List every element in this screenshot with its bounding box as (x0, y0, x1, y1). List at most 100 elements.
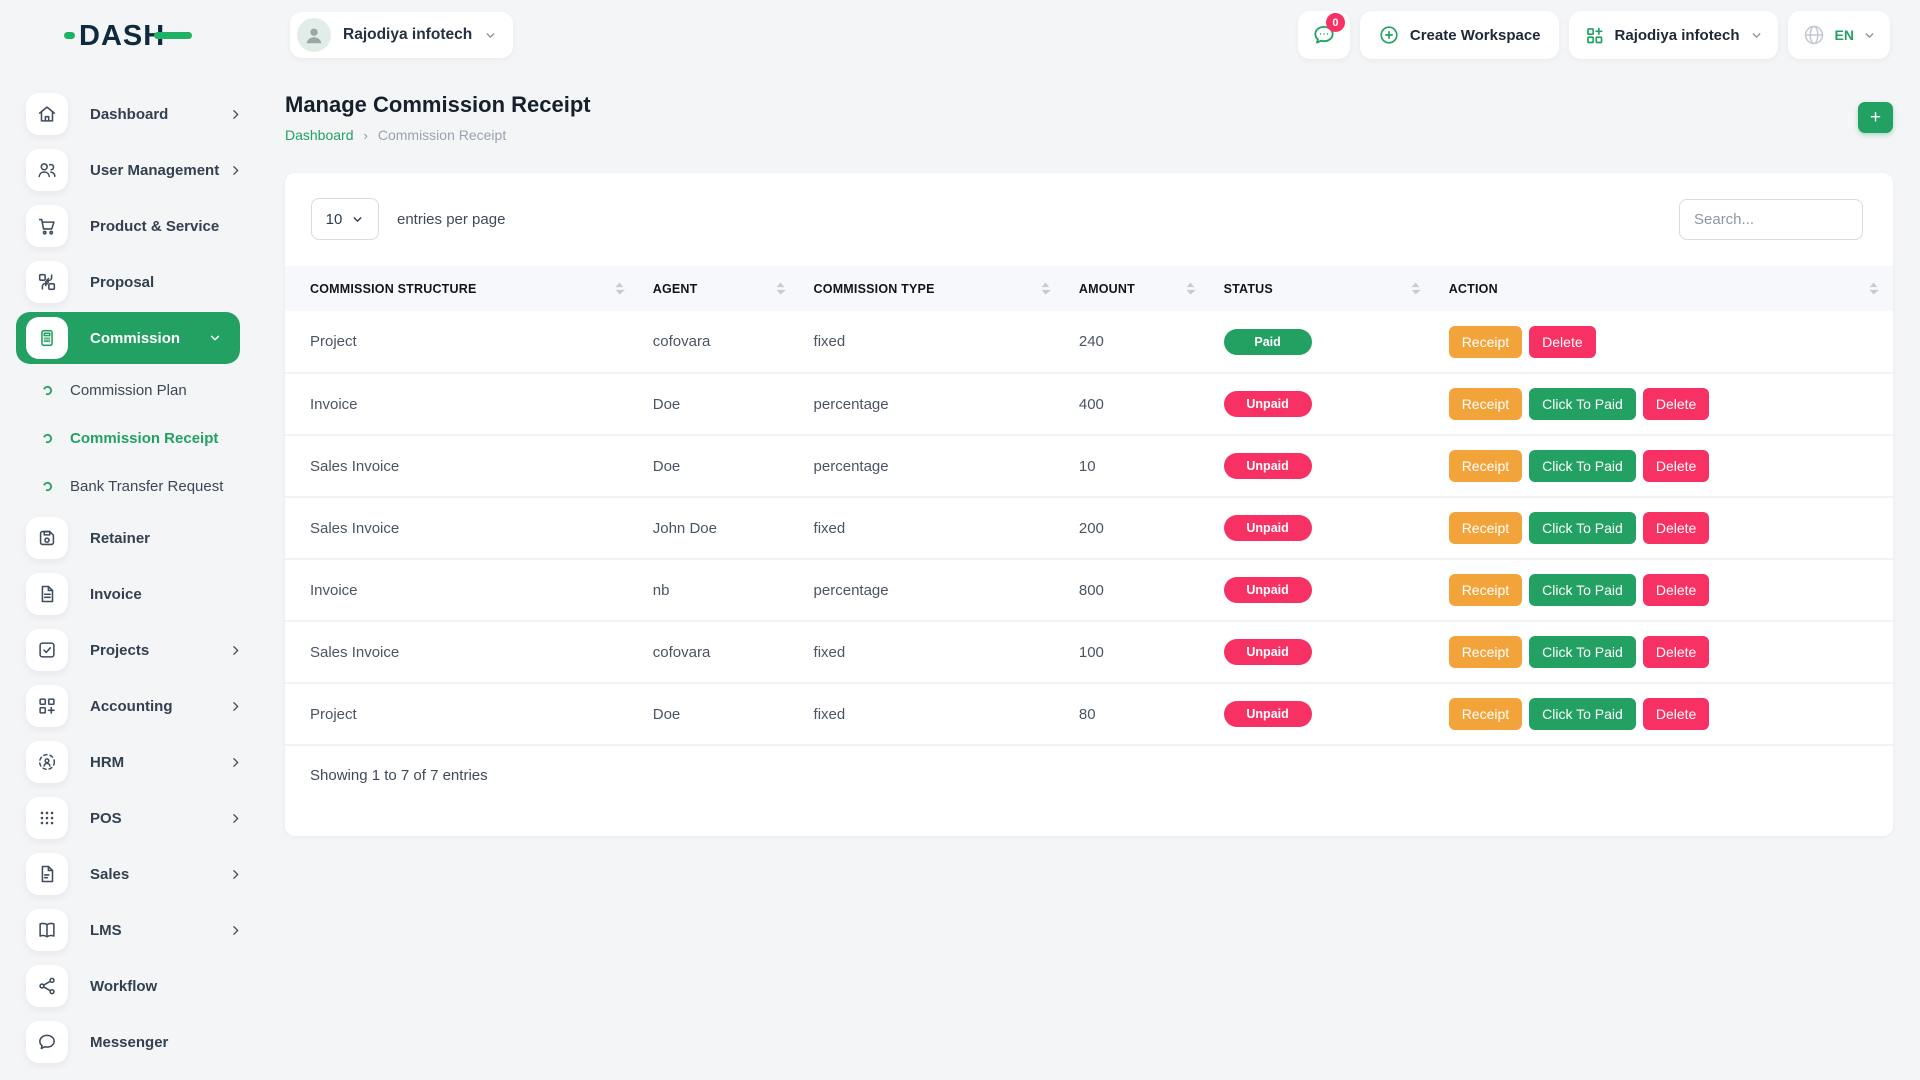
sidebar-item-product-service[interactable]: Product & Service (16, 198, 270, 254)
receipt-button[interactable]: Receipt (1449, 326, 1522, 358)
check-square-icon (26, 629, 68, 671)
delete-button[interactable]: Delete (1643, 512, 1709, 544)
click-to-paid-button[interactable]: Click To Paid (1529, 512, 1636, 544)
user-workspace-selector[interactable]: Rajodiya infotech (290, 12, 513, 58)
create-workspace-button[interactable]: Create Workspace (1360, 11, 1559, 59)
sidebar-item-invoice[interactable]: Invoice (16, 566, 270, 622)
sidebar-item-proposal[interactable]: Proposal (16, 254, 270, 310)
sidebar-subitem-bank-transfer-request[interactable]: Bank Transfer Request (16, 462, 270, 510)
chevron-right-icon (229, 812, 242, 825)
sidebar-item-label: Dashboard (90, 106, 229, 123)
sidebar-item-dashboard[interactable]: Dashboard (16, 86, 270, 142)
sidebar-item-projects[interactable]: Projects (16, 622, 270, 678)
click-to-paid-button[interactable]: Click To Paid (1529, 636, 1636, 668)
cell-commission-type: fixed (800, 497, 1065, 559)
sidebar-item-hrm[interactable]: HRM (16, 734, 270, 790)
sidebar-item-label: Retainer (90, 530, 270, 547)
cell-amount: 100 (1065, 621, 1210, 683)
sidebar-item-label: LMS (90, 922, 229, 939)
search-input[interactable] (1679, 199, 1863, 240)
receipt-button[interactable]: Receipt (1449, 698, 1522, 730)
workspace-switcher[interactable]: Rajodiya infotech (1569, 11, 1778, 59)
cell-status: Unpaid (1210, 621, 1435, 683)
delete-button[interactable]: Delete (1643, 636, 1709, 668)
cell-status: Unpaid (1210, 373, 1435, 435)
sidebar-subitem-commission-receipt[interactable]: Commission Receipt (16, 414, 270, 462)
chevron-down-icon (208, 331, 222, 345)
messages-button[interactable]: 0 (1298, 11, 1350, 59)
status-badge: Unpaid (1224, 391, 1312, 417)
breadcrumb-current: Commission Receipt (378, 127, 506, 143)
sidebar-item-commission[interactable]: Commission (16, 312, 240, 364)
cell-commission-type: fixed (800, 683, 1065, 745)
sidebar-item-label: Commission (90, 330, 208, 347)
cell-commission-type: fixed (800, 311, 1065, 373)
delete-button[interactable]: Delete (1643, 574, 1709, 606)
click-to-paid-button[interactable]: Click To Paid (1529, 698, 1636, 730)
message-icon (26, 1021, 68, 1063)
column-header-agent[interactable]: AGENT (639, 266, 800, 311)
breadcrumb-dashboard-link[interactable]: Dashboard (285, 127, 354, 143)
sidebar-item-sales[interactable]: Sales (16, 846, 270, 902)
sidebar-item-label: User Management (90, 162, 229, 179)
column-header-status[interactable]: STATUS (1210, 266, 1435, 311)
topbar-actions: 0 Create Workspace Rajodiya infotech EN (1298, 11, 1890, 59)
delete-button[interactable]: Delete (1643, 450, 1709, 482)
add-commission-receipt-button[interactable]: + (1858, 102, 1893, 133)
sidebar-subitem-commission-plan[interactable]: Commission Plan (16, 366, 270, 414)
cell-agent: Doe (639, 373, 800, 435)
cell-status: Unpaid (1210, 559, 1435, 621)
sort-icon (1410, 281, 1421, 296)
sidebar-item-accounting[interactable]: Accounting (16, 678, 270, 734)
sidebar-item-label: HRM (90, 754, 229, 771)
sidebar-item-lms[interactable]: LMS (16, 902, 270, 958)
workspace-grid-icon (1584, 25, 1605, 46)
globe-icon (1802, 23, 1826, 47)
book-icon (26, 909, 68, 951)
sidebar-item-messenger[interactable]: Messenger (16, 1014, 270, 1070)
plus-circle-icon (1378, 24, 1400, 46)
click-to-paid-button[interactable]: Click To Paid (1529, 388, 1636, 420)
cell-amount: 240 (1065, 311, 1210, 373)
cell-commission-structure: Project (285, 311, 639, 373)
sidebar-item-user-management[interactable]: User Management (16, 142, 270, 198)
delete-button[interactable]: Delete (1643, 388, 1709, 420)
column-header-commission-structure[interactable]: COMMISSION STRUCTURE (285, 266, 639, 311)
topbar: DASH Rajodiya infotech 0 Create Workspac… (0, 0, 1920, 70)
cart-icon (26, 205, 68, 247)
entries-per-page-select[interactable]: 10 (311, 198, 379, 240)
column-header-action[interactable]: ACTION (1435, 266, 1893, 311)
sidebar-item-pos[interactable]: POS (16, 790, 270, 846)
status-badge: Unpaid (1224, 701, 1312, 727)
receipt-button[interactable]: Receipt (1449, 450, 1522, 482)
delete-button[interactable]: Delete (1643, 698, 1709, 730)
cell-amount: 80 (1065, 683, 1210, 745)
sidebar-item-retainer[interactable]: Retainer (16, 510, 270, 566)
main-content: Manage Commission Receipt Dashboard › Co… (270, 70, 1920, 836)
column-header-amount[interactable]: AMOUNT (1065, 266, 1210, 311)
sidebar-subitem-label: Bank Transfer Request (70, 478, 223, 495)
entries-per-page-label: entries per page (397, 211, 505, 228)
column-header-commission-type[interactable]: COMMISSION TYPE (800, 266, 1065, 311)
receipt-button[interactable]: Receipt (1449, 512, 1522, 544)
table-row: Sales InvoiceDoepercentage10UnpaidReceip… (285, 435, 1893, 497)
receipt-button[interactable]: Receipt (1449, 388, 1522, 420)
receipt-button[interactable]: Receipt (1449, 636, 1522, 668)
column-header-label: COMMISSION STRUCTURE (310, 282, 477, 296)
workspace-user-name: Rajodiya infotech (343, 26, 472, 44)
workspace-switcher-label: Rajodiya infotech (1615, 27, 1740, 44)
receipt-button[interactable]: Receipt (1449, 574, 1522, 606)
delete-button[interactable]: Delete (1529, 326, 1595, 358)
chevron-right-icon (229, 756, 242, 769)
click-to-paid-button[interactable]: Click To Paid (1529, 574, 1636, 606)
click-to-paid-button[interactable]: Click To Paid (1529, 450, 1636, 482)
cell-commission-structure: Sales Invoice (285, 497, 639, 559)
cell-agent: cofovara (639, 621, 800, 683)
table-row: Projectcofovarafixed240PaidReceiptDelete (285, 311, 1893, 373)
sidebar-item-label: Projects (90, 642, 229, 659)
sidebar-item-workflow[interactable]: Workflow (16, 958, 270, 1014)
sidebar-subitem-label: Commission Receipt (70, 430, 218, 447)
language-selector[interactable]: EN (1788, 11, 1890, 59)
cell-status: Unpaid (1210, 435, 1435, 497)
status-badge: Unpaid (1224, 639, 1312, 665)
